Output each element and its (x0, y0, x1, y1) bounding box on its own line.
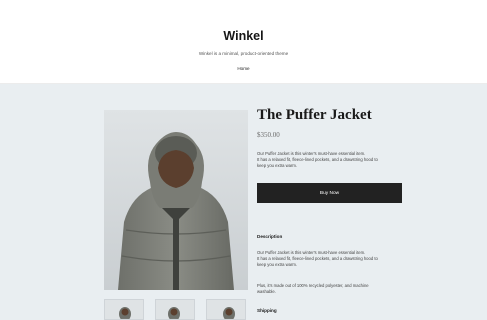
product-title: The Puffer Jacket (257, 107, 372, 123)
thumbnail-1[interactable] (104, 299, 144, 320)
description-line: keep you extra warm. (257, 262, 298, 267)
site-tagline: Winkel is a minimal, product-oriented th… (198, 51, 289, 56)
buy-now-button[interactable]: Buy Now (257, 183, 402, 203)
site-title[interactable]: Winkel (0, 29, 487, 43)
site-header: Winkel Winkel is a minimal, product-orie… (0, 0, 487, 84)
thumbnail-2[interactable] (155, 299, 195, 320)
description-heading: Description (257, 234, 283, 239)
intro-line: keep you extra warm. (257, 163, 298, 168)
product-intro: Our Puffer Jacket is this winter's must-… (257, 151, 405, 169)
description-extra-text: Plus, it's made out of 100% recycled pol… (257, 283, 405, 295)
shipping-heading: Shipping (257, 308, 277, 313)
product-image[interactable] (104, 110, 248, 290)
description-line: washable. (257, 289, 276, 294)
nav-item-home[interactable]: Home (0, 66, 487, 71)
description-text: Our Puffer Jacket is this winter's must-… (257, 250, 405, 268)
product-price: $350.00 (257, 131, 280, 139)
thumbnail-3[interactable] (206, 299, 246, 320)
